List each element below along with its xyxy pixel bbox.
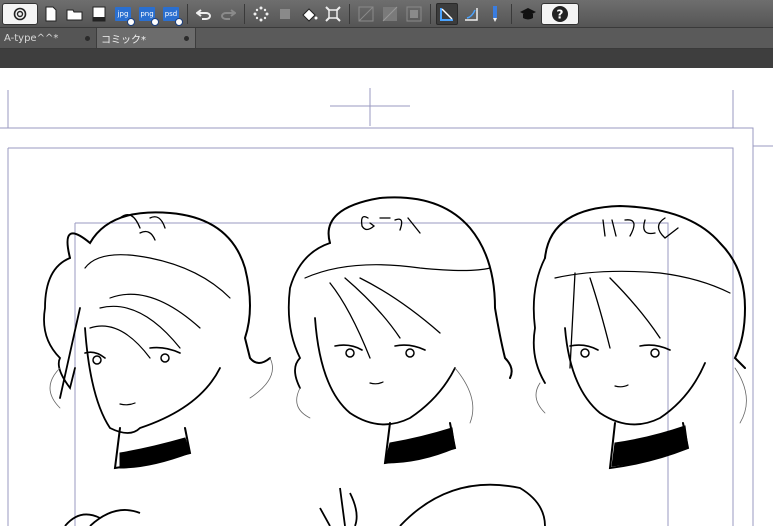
tab-comic[interactable]: コミック* bbox=[97, 28, 196, 48]
tab-label: コミック* bbox=[101, 34, 146, 46]
learn-icon[interactable] bbox=[517, 3, 539, 25]
tab-bar: A-type^^* コミック* bbox=[0, 28, 773, 49]
sparkle-icon[interactable] bbox=[250, 3, 272, 25]
snap-special-icon[interactable] bbox=[460, 3, 482, 25]
save-icon[interactable] bbox=[88, 3, 110, 25]
open-folder-icon[interactable] bbox=[64, 3, 86, 25]
redo-icon[interactable] bbox=[217, 3, 239, 25]
help-symbol: ? bbox=[557, 7, 564, 21]
toolbar-separator bbox=[430, 3, 431, 24]
help-icon[interactable]: ? bbox=[541, 2, 579, 25]
export-png-label: png bbox=[139, 6, 159, 26]
toolbar: jpg png psd ? bbox=[0, 0, 773, 28]
export-png-icon[interactable]: png bbox=[136, 3, 159, 26]
export-psd-label: psd bbox=[163, 6, 183, 26]
toolbar-separator bbox=[349, 3, 350, 24]
tab-label: A-type^^* bbox=[4, 32, 59, 44]
toolbar-separator bbox=[187, 3, 188, 24]
toolbar-separator bbox=[511, 3, 512, 24]
frame-icon[interactable] bbox=[403, 3, 425, 25]
toolbar-separator bbox=[244, 3, 245, 24]
tab-close-icon[interactable] bbox=[184, 35, 189, 41]
pen-icon[interactable] bbox=[484, 3, 506, 25]
crop-icon[interactable] bbox=[322, 3, 344, 25]
snap-ruler-icon[interactable] bbox=[436, 2, 458, 25]
export-jpg-icon[interactable]: jpg bbox=[112, 3, 135, 26]
export-psd-icon[interactable]: psd bbox=[160, 3, 183, 26]
new-file-icon[interactable] bbox=[40, 3, 62, 25]
fill-icon[interactable] bbox=[298, 3, 320, 25]
ruler-strip bbox=[0, 49, 773, 68]
ruler-icon[interactable] bbox=[379, 3, 401, 25]
export-jpg-label: jpg bbox=[115, 6, 135, 26]
tab-a-type[interactable]: A-type^^* bbox=[0, 28, 97, 48]
tab-close-icon[interactable] bbox=[85, 35, 90, 41]
drawing-canvas[interactable] bbox=[0, 68, 773, 526]
transform-icon[interactable] bbox=[274, 3, 296, 25]
grid-icon[interactable] bbox=[355, 3, 377, 25]
manga-sketch bbox=[0, 88, 773, 526]
app-logo-icon[interactable] bbox=[2, 2, 38, 25]
undo-icon[interactable] bbox=[193, 3, 215, 25]
